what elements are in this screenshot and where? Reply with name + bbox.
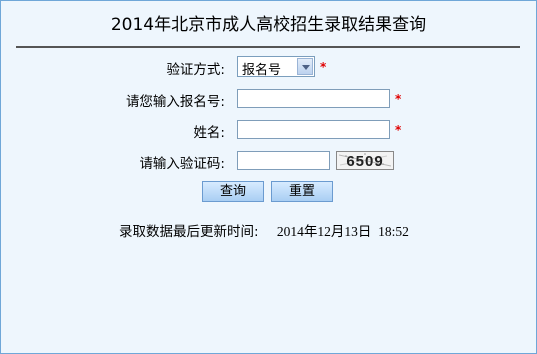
- captcha-graphic: 6509: [338, 153, 392, 170]
- query-panel: 2014年北京市成人高校招生录取结果查询 验证方式: 报名号 * 请您输入报名号…: [0, 0, 537, 354]
- reg-number-input[interactable]: [237, 89, 390, 108]
- name-input[interactable]: [237, 120, 390, 139]
- name-label: 姓名:: [193, 125, 225, 141]
- query-button[interactable]: 查询: [202, 181, 264, 202]
- required-mark: *: [320, 60, 327, 74]
- required-mark: *: [395, 123, 402, 137]
- reg-number-label: 请您输入报名号:: [125, 94, 225, 110]
- chevron-down-icon[interactable]: [297, 58, 313, 75]
- method-select[interactable]: 报名号: [237, 56, 315, 78]
- last-update: 录取数据最后更新时间: 2014年12月13日 18:52: [119, 220, 409, 240]
- required-mark: *: [395, 92, 402, 106]
- reset-button[interactable]: 重置: [271, 181, 333, 202]
- method-select-value: 报名号: [242, 63, 282, 78]
- captcha-image[interactable]: 6509: [336, 151, 394, 170]
- method-label: 验证方式:: [166, 62, 225, 78]
- last-update-label: 录取数据最后更新时间:: [119, 224, 259, 240]
- title-divider: [16, 46, 520, 48]
- page-title: 2014年北京市成人高校招生录取结果查询: [110, 15, 427, 35]
- captcha-input[interactable]: [237, 151, 330, 170]
- captcha-text: 6509: [346, 153, 383, 169]
- captcha-label: 请输入验证码:: [139, 156, 225, 172]
- last-update-time: 2014年12月13日 18:52: [276, 224, 409, 239]
